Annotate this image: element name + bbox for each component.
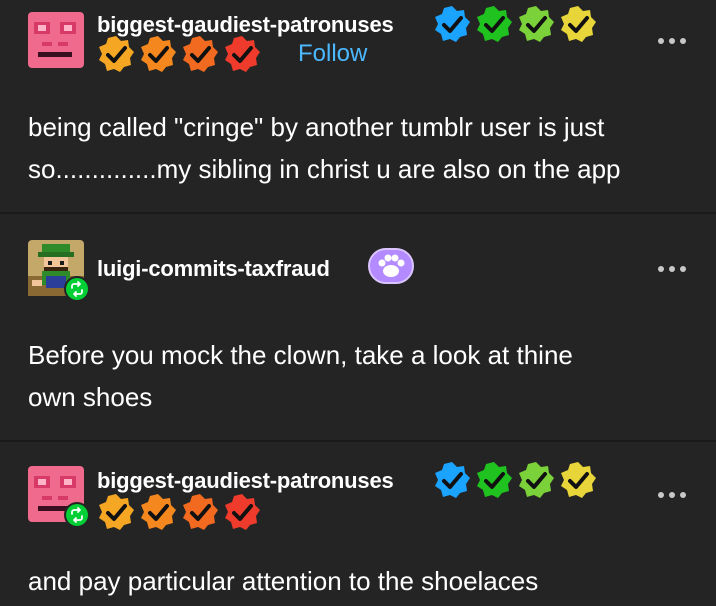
post-1: biggest-gaudiest-patronuses Follow being… (0, 0, 716, 212)
badge-row-bottom (96, 34, 262, 74)
post-2: luigi-commits-taxfraud Before you mock t… (0, 214, 716, 440)
follow-button[interactable]: Follow (298, 40, 367, 68)
paw-badge-icon (368, 248, 414, 284)
more-options-icon[interactable] (658, 36, 688, 46)
check-badge-icon (99, 36, 134, 72)
more-options-icon[interactable] (658, 264, 688, 274)
avatar[interactable] (28, 12, 84, 68)
username[interactable]: luigi-commits-taxfraud (97, 256, 330, 282)
post-body-line: so..............my sibling in christ u a… (28, 154, 621, 184)
check-badge-icon (477, 6, 512, 42)
reblog-icon (64, 502, 90, 528)
badge-row-top (432, 460, 598, 500)
check-badge-icon (225, 36, 260, 72)
check-badge-icon (225, 494, 260, 530)
check-badge-icon (141, 494, 176, 530)
post-body-line: and pay particular attention to the shoe… (28, 566, 539, 596)
check-badge-icon (435, 6, 470, 42)
check-badge-icon (99, 494, 134, 530)
reblog-icon (64, 276, 90, 302)
post-body: being called "cringe" by another tumblr … (28, 106, 688, 190)
post-body-line: being called "cringe" by another tumblr … (28, 112, 605, 142)
check-badge-icon (519, 462, 554, 498)
post-body: and pay particular attention to the shoe… (28, 560, 688, 602)
check-badge-icon (561, 6, 596, 42)
avatar[interactable] (28, 240, 90, 302)
avatar[interactable] (28, 466, 90, 528)
badge-row-bottom (96, 492, 262, 532)
more-options-icon[interactable] (658, 490, 688, 500)
post-body-line: own shoes (28, 382, 153, 412)
post-body-line: Before you mock the clown, take a look a… (28, 340, 573, 370)
check-badge-icon (477, 462, 512, 498)
post-body: Before you mock the clown, take a look a… (28, 334, 688, 418)
check-badge-icon (183, 494, 218, 530)
check-badge-icon (435, 462, 470, 498)
check-badge-icon (561, 462, 596, 498)
username[interactable]: biggest-gaudiest-patronuses (97, 468, 394, 494)
post-3: biggest-gaudiest-patronuses and pay part… (0, 442, 716, 606)
check-badge-icon (141, 36, 176, 72)
check-badge-icon (183, 36, 218, 72)
pink-face-avatar-icon (28, 12, 84, 68)
badge-row-top (432, 4, 598, 44)
check-badge-icon (519, 6, 554, 42)
